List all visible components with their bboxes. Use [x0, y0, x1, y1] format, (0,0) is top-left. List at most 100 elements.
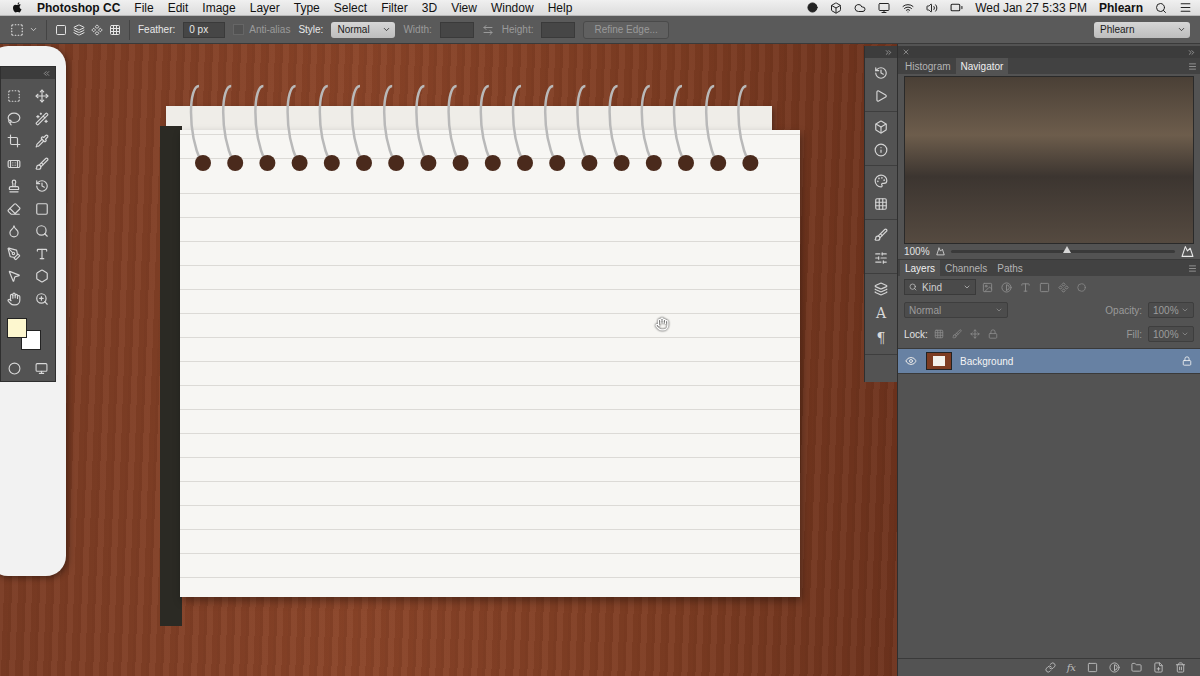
panel-tab[interactable]: Layers	[900, 260, 940, 276]
display-icon[interactable]	[878, 2, 890, 14]
layer-row[interactable]: Background	[898, 349, 1200, 374]
feather-field[interactable]: 0 px	[183, 22, 225, 38]
shape-filter-icon[interactable]	[1039, 282, 1050, 293]
new-group-icon[interactable]	[1131, 662, 1142, 673]
fill-field[interactable]: 100%	[1148, 326, 1194, 342]
height-field[interactable]	[541, 22, 575, 38]
close-icon[interactable]	[902, 48, 910, 56]
eraser-tool-icon[interactable]	[7, 202, 21, 216]
adjustment-layer-icon[interactable]	[1109, 662, 1120, 673]
panel-tab[interactable]: Channels	[940, 260, 992, 276]
refine-edge-button[interactable]: Refine Edge...	[583, 21, 668, 39]
filter-kind-select[interactable]: Kind	[904, 279, 976, 295]
clone-stamp-tool-icon[interactable]	[7, 179, 21, 193]
panel-tab[interactable]: Histogram	[900, 58, 956, 74]
add-selection-icon[interactable]	[73, 24, 85, 36]
intersect-selection-icon[interactable]	[109, 24, 121, 36]
blur-tool-icon[interactable]	[7, 224, 21, 238]
slider-thumb[interactable]	[1063, 246, 1071, 253]
3d-icon[interactable]	[874, 120, 888, 134]
style-select[interactable]: Normal	[331, 22, 395, 38]
zoom-out-icon[interactable]	[936, 247, 945, 256]
layer-comps-icon[interactable]	[874, 282, 888, 296]
volume-icon[interactable]	[926, 2, 938, 14]
width-field[interactable]	[440, 22, 474, 38]
lock-all-icon[interactable]	[988, 329, 998, 339]
info-icon[interactable]	[874, 143, 888, 157]
hand-tool-icon[interactable]	[7, 292, 21, 306]
magic-wand-tool-icon[interactable]	[35, 112, 49, 126]
navigator-preview[interactable]	[904, 76, 1194, 244]
add-mask-icon[interactable]	[1087, 662, 1098, 673]
user-menu[interactable]: Phlearn	[1099, 1, 1143, 15]
opacity-field[interactable]: 100%	[1148, 302, 1194, 318]
panel-menu-icon[interactable]	[1188, 260, 1200, 276]
delete-layer-icon[interactable]	[1175, 662, 1186, 673]
smart-object-filter-icon[interactable]	[1058, 282, 1069, 293]
link-layers-icon[interactable]	[1045, 662, 1056, 673]
menu-item[interactable]: Image	[202, 1, 235, 15]
dock-header[interactable]	[865, 46, 897, 58]
path-selection-tool-icon[interactable]	[7, 269, 21, 283]
eyedropper-tool-icon[interactable]	[35, 134, 49, 148]
cloud-icon[interactable]	[854, 2, 866, 14]
crop-tool-icon[interactable]	[7, 134, 21, 148]
lasso-tool-icon[interactable]	[7, 112, 21, 126]
layer-style-button[interactable]: fx	[1067, 662, 1076, 673]
menu-item[interactable]: Help	[548, 1, 573, 15]
new-selection-icon[interactable]	[55, 24, 67, 36]
zoom-tool-icon[interactable]	[35, 292, 49, 306]
type-tool-icon[interactable]	[35, 247, 49, 261]
panel-tab[interactable]: Navigator	[956, 58, 1009, 74]
dock-glyph-button[interactable]: A	[876, 305, 886, 321]
quick-mask-icon[interactable]	[8, 362, 21, 375]
record-icon[interactable]	[807, 2, 818, 13]
shape-tool-icon[interactable]	[35, 269, 49, 283]
spotlight-icon[interactable]	[1155, 2, 1167, 14]
menu-item[interactable]: Select	[334, 1, 367, 15]
collapse-icon[interactable]	[42, 69, 51, 78]
tools-panel-header[interactable]	[1, 67, 55, 79]
wifi-icon[interactable]	[902, 2, 914, 14]
adjustment-filter-icon[interactable]	[1001, 282, 1012, 293]
gradient-tool-icon[interactable]	[35, 202, 49, 216]
menu-item[interactable]: Edit	[168, 1, 189, 15]
move-tool-icon[interactable]	[35, 89, 49, 103]
lock-pixels-icon[interactable]	[952, 329, 962, 339]
adjustments-icon[interactable]	[874, 251, 888, 265]
menu-item[interactable]: View	[451, 1, 477, 15]
expand-icon[interactable]	[884, 48, 893, 57]
menu-item[interactable]: Layer	[250, 1, 280, 15]
history-icon[interactable]	[874, 66, 888, 80]
actions-icon[interactable]	[874, 89, 888, 103]
pixel-filter-icon[interactable]	[982, 282, 993, 293]
color-icon[interactable]	[874, 174, 888, 188]
swatches-icon[interactable]	[874, 197, 888, 211]
blend-mode-select[interactable]: Normal	[904, 302, 1008, 318]
dodge-tool-icon[interactable]	[35, 224, 49, 238]
brush-tool-icon[interactable]	[35, 157, 49, 171]
zoom-in-icon[interactable]	[1181, 245, 1194, 258]
swap-icon[interactable]	[482, 24, 494, 36]
apple-logo-icon[interactable]	[12, 2, 23, 14]
filter-toggle-icon[interactable]	[1077, 283, 1086, 292]
type-filter-icon[interactable]	[1020, 282, 1031, 293]
checkbox[interactable]	[233, 24, 244, 35]
lock-position-icon[interactable]	[970, 329, 980, 339]
panel-menu-icon[interactable]	[1188, 58, 1200, 74]
visibility-toggle[interactable]	[904, 355, 918, 367]
lock-transparency-icon[interactable]	[934, 329, 944, 339]
app-menu[interactable]: Photoshop CC	[37, 1, 120, 15]
marquee-tool-icon[interactable]	[7, 89, 21, 103]
zoom-slider[interactable]	[951, 250, 1175, 253]
menu-item[interactable]: 3D	[422, 1, 437, 15]
clock[interactable]: Wed Jan 27 5:33 PM	[975, 1, 1087, 15]
layer-name[interactable]: Background	[960, 356, 1174, 367]
menu-item[interactable]: Filter	[381, 1, 408, 15]
notification-icon[interactable]	[1179, 1, 1192, 14]
screen-mode-icon[interactable]	[35, 362, 48, 375]
menu-item[interactable]: Type	[294, 1, 320, 15]
menu-item[interactable]: File	[134, 1, 153, 15]
zoom-value[interactable]: 100%	[904, 246, 930, 257]
workspace-select[interactable]: Phlearn	[1094, 22, 1190, 38]
